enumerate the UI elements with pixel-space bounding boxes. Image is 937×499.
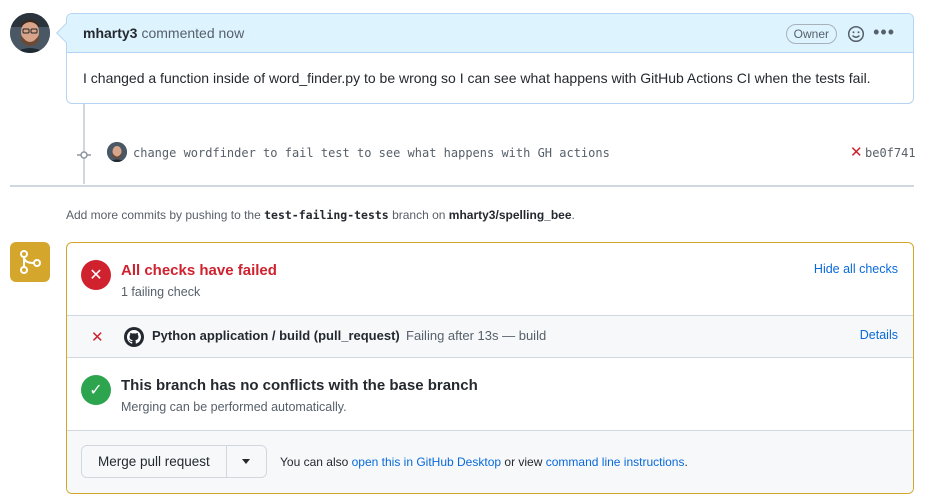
merge-help-prefix: You can also	[280, 455, 349, 469]
cli-instructions-link[interactable]: command line instructions	[546, 455, 685, 469]
triangle-down-icon	[242, 459, 251, 464]
push-note-prefix: Add more commits by pushing to the	[66, 208, 261, 222]
commit-message[interactable]: change wordfinder to fail test to see wh…	[133, 146, 610, 160]
repo-name: mharty3/spelling_bee	[448, 208, 572, 222]
conflicts-subtitle: Merging can be performed automatically.	[121, 400, 347, 414]
push-note: Add more commits by pushing to the test-…	[66, 208, 575, 222]
comment-timestamp[interactable]: commented now	[141, 25, 244, 41]
checks-subtitle: 1 failing check	[121, 285, 201, 299]
comment-body: I changed a function inside of word_find…	[83, 70, 871, 86]
open-desktop-link[interactable]: open this in GitHub Desktop	[352, 455, 501, 469]
git-merge-icon	[10, 242, 50, 282]
commit-node-icon	[77, 147, 91, 159]
merge-pull-request-button[interactable]: Merge pull request	[82, 446, 226, 477]
merge-button-group: Merge pull request	[81, 445, 267, 478]
check-row: ✕ Python application / build (pull_reque…	[67, 316, 913, 358]
x-icon: ✕	[91, 329, 104, 346]
merge-help-text: You can also open this in GitHub Desktop…	[280, 455, 688, 469]
branch-name: test-failing-tests	[264, 208, 389, 222]
checks-summary: ✕ All checks have failed 1 failing check…	[67, 243, 913, 316]
commit-sha[interactable]: be0f741	[865, 146, 916, 160]
details-link[interactable]: Details	[860, 328, 898, 342]
commit-author-avatar[interactable]	[107, 142, 127, 162]
merge-box: ✕ All checks have failed 1 failing check…	[66, 242, 914, 494]
kebab-menu-icon[interactable]: •••	[873, 22, 895, 43]
comment-box: mharty3 commented now Owner ••• I change…	[56, 13, 914, 104]
check-status: Failing after 13s — build	[406, 328, 547, 343]
merge-actions: Merge pull request You can also open thi…	[67, 431, 913, 493]
push-note-middle: branch on	[392, 208, 446, 222]
timeline-line	[83, 104, 85, 184]
merge-help-middle: or view	[504, 455, 543, 469]
check-circle-icon: ✓	[81, 375, 111, 405]
merge-help-suffix: .	[684, 455, 688, 469]
check-name: Python application / build (pull_request…	[152, 328, 400, 343]
github-logo-icon	[124, 327, 144, 347]
timeline-divider	[10, 185, 914, 187]
x-circle-icon: ✕	[81, 260, 111, 290]
push-note-suffix: .	[571, 208, 575, 222]
conflicts-title: This branch has no conflicts with the ba…	[121, 377, 478, 394]
checks-title: All checks have failed	[121, 262, 277, 279]
merge-options-dropdown[interactable]	[225, 446, 266, 477]
conflicts-status: ✓ This branch has no conflicts with the …	[67, 358, 913, 431]
owner-badge: Owner	[785, 24, 837, 44]
author-avatar[interactable]	[10, 13, 50, 53]
comment-author[interactable]: mharty3	[83, 25, 137, 41]
comment-header: mharty3 commented now Owner •••	[67, 14, 913, 53]
smiley-icon[interactable]	[847, 25, 865, 43]
hide-all-checks-link[interactable]: Hide all checks	[814, 262, 898, 276]
x-icon[interactable]: ✕	[850, 145, 863, 160]
